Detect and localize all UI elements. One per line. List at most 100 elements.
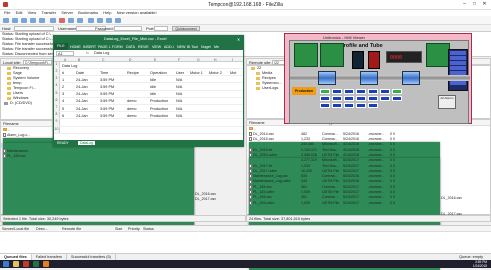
- col-c[interactable]: C: [102, 58, 104, 62]
- cell[interactable]: Motor 2: [209, 71, 222, 75]
- cell[interactable]: 3:59 PM: [100, 99, 114, 103]
- cell[interactable]: 24-Jan: [76, 85, 88, 89]
- queue-remote-header[interactable]: Remote file: [62, 227, 81, 231]
- row-number[interactable]: 8: [54, 112, 60, 119]
- cell[interactable]: N/A: [176, 85, 182, 89]
- hmi-plate-middle[interactable]: [320, 43, 344, 67]
- row-number[interactable]: 5: [54, 90, 60, 97]
- queue-server-header[interactable]: Server/Local file: [2, 227, 29, 231]
- hmi-taskbar-icon[interactable]: [43, 261, 49, 267]
- cell[interactable]: 1: [62, 78, 64, 82]
- cell[interactable]: 6: [62, 114, 64, 118]
- cell[interactable]: 24-Jan: [76, 99, 88, 103]
- cell[interactable]: Operation: [150, 71, 167, 75]
- site-manager-icon[interactable]: [3, 18, 9, 23]
- cell[interactable]: N/A: [176, 114, 182, 118]
- sync-browse-icon[interactable]: [106, 18, 112, 23]
- excel-tab-review[interactable]: REVIE: [138, 45, 149, 49]
- excel-tab-file[interactable]: FILE: [54, 43, 68, 50]
- cell[interactable]: 3:59 PM: [100, 114, 114, 118]
- excel-tab-page-layout[interactable]: PAGE L: [98, 45, 111, 49]
- col-a[interactable]: A: [64, 58, 66, 62]
- toggle-remote-tree-icon[interactable]: [30, 18, 36, 23]
- cell[interactable]: 4: [62, 99, 64, 103]
- queue-direction-header[interactable]: Direc...: [36, 227, 48, 231]
- row-number[interactable]: 9: [54, 119, 60, 126]
- excel-tab-addins[interactable]: ADD-I: [164, 45, 174, 49]
- excel-tab-formulas[interactable]: FORM: [112, 45, 123, 49]
- col-e[interactable]: E: [154, 58, 156, 62]
- cell[interactable]: demo: [127, 99, 137, 103]
- hmi-blue-control[interactable]: [352, 51, 364, 69]
- hmi-side-button[interactable]: [450, 61, 466, 65]
- col-h[interactable]: H: [214, 58, 216, 62]
- hmi-side-button[interactable]: [450, 66, 466, 70]
- start-icon[interactable]: [3, 261, 9, 267]
- remote-filename-header[interactable]: Filename: [249, 121, 265, 125]
- cell[interactable]: 24-Jan: [76, 114, 88, 118]
- search-icon[interactable]: [115, 18, 121, 23]
- hmi-side-button[interactable]: [450, 81, 466, 85]
- table-row[interactable]: PL_183.csv: [1, 153, 52, 159]
- compare-icon[interactable]: [97, 18, 103, 23]
- cell[interactable]: Data Log: [62, 64, 77, 68]
- cell[interactable]: Idle: [150, 78, 156, 82]
- hmi-viewer-window[interactable]: Unitronics - HMI Viewer Profile and Tube…: [284, 33, 472, 124]
- close-icon[interactable]: ✕: [480, 1, 489, 7]
- col-i[interactable]: I: [232, 58, 233, 62]
- tree-item[interactable]: D: (CD/DVD): [1, 101, 52, 106]
- excel-tab-home[interactable]: HOME: [70, 45, 81, 49]
- formula-input[interactable]: Data Log: [94, 51, 109, 55]
- cell[interactable]: 2: [62, 85, 64, 89]
- reconnect-icon[interactable]: [77, 18, 83, 23]
- cell[interactable]: N/A: [176, 92, 182, 96]
- hmi-side-button[interactable]: [450, 51, 466, 55]
- local-filename-header[interactable]: Filename: [3, 122, 19, 126]
- cell[interactable]: demo: [127, 107, 137, 111]
- cell[interactable]: Time: [100, 71, 108, 75]
- hmi-plate-left[interactable]: [294, 43, 318, 67]
- toggle-queue-icon[interactable]: [39, 18, 45, 23]
- port-input[interactable]: [154, 26, 168, 31]
- row-number[interactable]: 1: [54, 62, 60, 69]
- col-d[interactable]: D: [129, 58, 131, 62]
- file-explorer-icon[interactable]: [13, 261, 19, 267]
- row-number[interactable]: 4: [54, 83, 60, 90]
- sheet-tab[interactable]: DataLog: [78, 140, 95, 145]
- toggle-log-icon[interactable]: [12, 18, 18, 23]
- cell[interactable]: 3: [62, 92, 64, 96]
- cell[interactable]: 3:59 PM: [100, 78, 114, 82]
- row-number[interactable]: 10: [54, 126, 60, 133]
- excel-tab-insert[interactable]: INSERT: [83, 45, 96, 49]
- password-input[interactable]: [114, 26, 142, 31]
- hmi-side-button[interactable]: [450, 56, 466, 60]
- cancel-icon[interactable]: [59, 18, 65, 23]
- cell[interactable]: N/A: [176, 99, 182, 103]
- refresh-icon[interactable]: [50, 18, 56, 23]
- filter-icon[interactable]: [88, 18, 94, 23]
- excel-taskbar-icon[interactable]: [33, 261, 39, 267]
- filezilla-taskbar-icon[interactable]: [23, 261, 29, 267]
- cell[interactable]: 24-Jan: [76, 107, 88, 111]
- col-b[interactable]: B: [78, 58, 80, 62]
- queue-priority-header[interactable]: Priority: [128, 227, 140, 231]
- hmi-red-control[interactable]: [368, 51, 380, 69]
- maximize-icon[interactable]: □: [470, 1, 479, 7]
- row-number[interactable]: 2: [54, 69, 60, 76]
- excel-close-icon[interactable]: ✕: [237, 37, 240, 42]
- cell[interactable]: Idle: [150, 92, 156, 96]
- cell[interactable]: Motor 1: [190, 71, 203, 75]
- cell[interactable]: Recipe: [127, 71, 139, 75]
- host-input[interactable]: [14, 26, 54, 31]
- cell[interactable]: Production: [150, 99, 168, 103]
- excel-window[interactable]: DataLog_Excel_File_Mini.csv - Excel ✕ FI…: [53, 35, 244, 147]
- cell[interactable]: Idle: [150, 85, 156, 89]
- col-g[interactable]: G: [197, 58, 200, 62]
- excel-tab-nuget[interactable]: Nuget: [201, 45, 211, 49]
- cell[interactable]: 24-Jan: [76, 92, 88, 96]
- cell[interactable]: User: [176, 71, 184, 75]
- name-box[interactable]: A1: [56, 50, 74, 56]
- quickconnect-button[interactable]: Quickconnect: [172, 26, 200, 31]
- cell[interactable]: 24-Jan: [76, 78, 88, 82]
- col-f[interactable]: F: [178, 58, 180, 62]
